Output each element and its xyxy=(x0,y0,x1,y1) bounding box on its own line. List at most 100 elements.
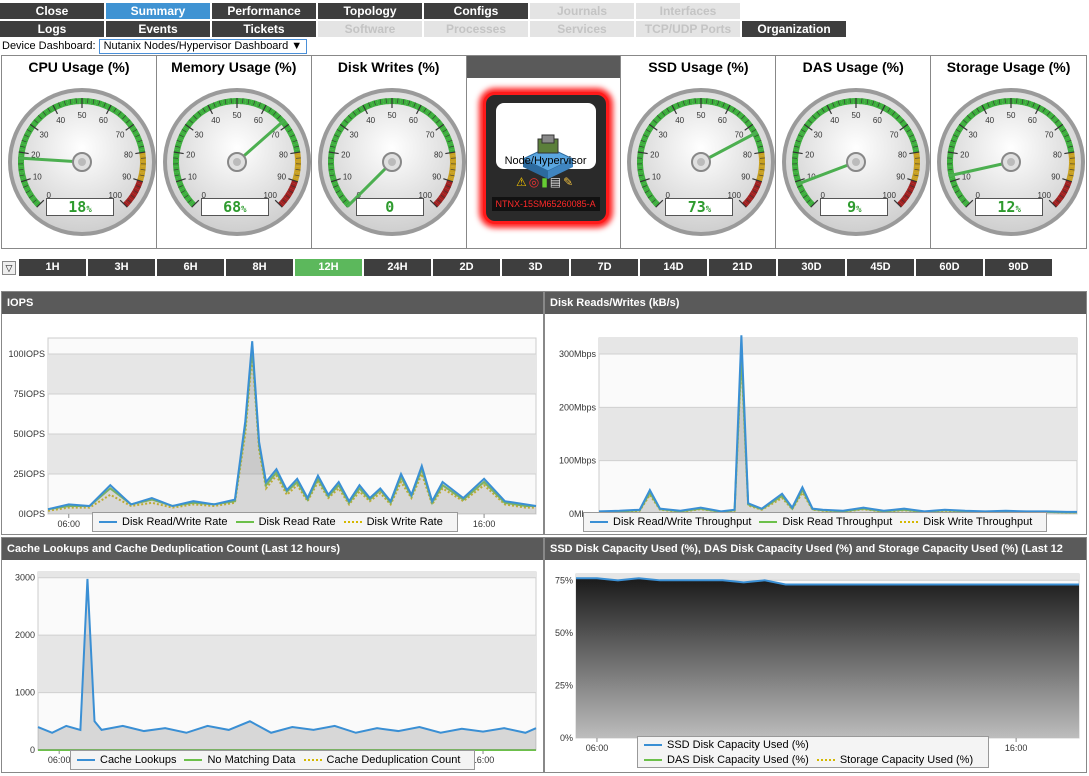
gauge-tick-label: 50 xyxy=(1007,111,1016,120)
y-tick-label: 2000 xyxy=(15,630,35,640)
tab-services: Services xyxy=(530,21,634,37)
tab-tickets[interactable]: Tickets xyxy=(212,21,316,37)
tab-topology[interactable]: Topology xyxy=(318,3,422,19)
warning-icon[interactable]: ⚠ xyxy=(516,175,529,189)
gauge-hub-center xyxy=(1007,158,1016,166)
legend-item[interactable]: Disk Write Throughput xyxy=(900,516,1032,528)
gauge-title: CPU Usage (%) xyxy=(28,59,130,75)
wrench-icon[interactable]: ✎ xyxy=(563,175,575,189)
node-status-icons: ⚠◎▮▤✎ xyxy=(496,175,596,189)
gauge-hub-center xyxy=(78,158,86,166)
y-tick-label: 100IOPS xyxy=(8,349,45,359)
gauge-value-number: 18 xyxy=(68,198,87,216)
tab-summary[interactable]: Summary xyxy=(106,3,210,19)
chart-legend: Disk Read/Write Throughput Disk Read Thro… xyxy=(583,512,1048,532)
gauge-tick-label: 10 xyxy=(343,173,352,182)
legend-swatch xyxy=(900,521,919,524)
device-dashboard-select[interactable]: Nutanix Nodes/Hypervisor Dashboard ▼ xyxy=(98,38,308,54)
gauge-tick-label: 40 xyxy=(676,116,685,125)
gauge-tick-label: 70 xyxy=(1045,130,1054,139)
gauge-tick-label: 80 xyxy=(434,151,443,160)
time-range-21d[interactable]: 21D xyxy=(709,259,776,276)
signal-icon[interactable]: ▮ xyxy=(541,175,550,189)
time-range-45d[interactable]: 45D xyxy=(847,259,914,276)
iops-chart: 0IOPS25IOPS50IOPS75IOPS100IOPS06:0008:00… xyxy=(8,337,537,529)
legend-item[interactable]: Cache Deduplication Count xyxy=(303,754,460,766)
grid-band xyxy=(38,572,536,578)
gauge-band-segment xyxy=(449,160,456,165)
time-range-3d[interactable]: 3D xyxy=(502,259,569,276)
gauge-value: 18% xyxy=(46,198,114,216)
gauge-tick-label: 50 xyxy=(232,111,241,120)
x-tick-label: 16:00 xyxy=(1005,743,1028,753)
panel-title: Disk Reads/Writes (kB/s) xyxy=(545,292,1086,314)
primary-tab-bar: Close Summary Performance Topology Configs Jo… xyxy=(0,3,742,19)
tab-logs[interactable]: Logs xyxy=(0,21,104,37)
time-range-3h[interactable]: 3H xyxy=(88,259,155,276)
tab-events[interactable]: Events xyxy=(106,21,210,37)
gauge-band-segment xyxy=(637,160,644,165)
time-range-12h[interactable]: 12H xyxy=(295,259,362,276)
legend-item[interactable]: Disk Read/Write Throughput xyxy=(590,516,751,528)
y-tick-label: 50IOPS xyxy=(13,429,45,439)
gauge-band-segment xyxy=(449,163,456,168)
device-dashboard-selector: Device Dashboard: Nutanix Nodes/Hypervis… xyxy=(2,38,308,54)
gauge-tick-label: 50 xyxy=(697,111,706,120)
panel-title: SSD Disk Capacity Used (%), DAS Disk Cap… xyxy=(545,538,1086,577)
grid-band xyxy=(599,407,1077,461)
time-range-8h[interactable]: 8H xyxy=(226,259,293,276)
legend-item[interactable]: No Matching Data xyxy=(184,754,296,766)
legend-item[interactable]: Cache Lookups xyxy=(77,754,176,766)
gauge-tick-label: 70 xyxy=(116,130,125,139)
gauge-tick-label: 10 xyxy=(33,173,42,182)
time-range-60d[interactable]: 60D xyxy=(916,259,983,276)
tab-configs[interactable]: Configs xyxy=(424,3,528,19)
legend-item[interactable]: Disk Read/Write Rate xyxy=(99,516,228,528)
legend-item[interactable]: DAS Disk Capacity Used (%) xyxy=(644,754,809,766)
legend-item[interactable]: SSD Disk Capacity Used (%) xyxy=(644,739,809,751)
legend-item[interactable]: Disk Write Rate xyxy=(343,516,443,528)
legend-label: Disk Read Throughput xyxy=(782,516,893,528)
y-tick-label: 50% xyxy=(555,628,573,638)
y-tick-label: 300Mbps xyxy=(559,349,597,359)
time-range-30d[interactable]: 30D xyxy=(778,259,845,276)
x-tick-label: 06:00 xyxy=(586,743,609,753)
legend-label: Disk Write Rate xyxy=(366,516,443,528)
gauge-tick-label: 70 xyxy=(425,130,434,139)
legend-swatch xyxy=(99,521,117,524)
node-label: Node/Hypervisor xyxy=(504,155,587,167)
gauge-tick-label: 60 xyxy=(1028,116,1037,125)
gauge-tick-label: 60 xyxy=(409,116,418,125)
gauge-tick-label: 30 xyxy=(814,130,823,139)
gauge-hub-center xyxy=(232,158,241,166)
gauge-value-unit: % xyxy=(1015,205,1021,215)
time-range-6h[interactable]: 6H xyxy=(157,259,224,276)
gauge-tick-label: 20 xyxy=(960,151,969,160)
tab-performance[interactable]: Performance xyxy=(212,3,316,19)
lifebuoy-icon[interactable]: ◎ xyxy=(529,175,541,189)
gauge-value-unit: % xyxy=(86,205,92,215)
legend-swatch xyxy=(184,759,203,762)
gauge-value-number: 12 xyxy=(997,198,1016,216)
x-tick-label: 06:00 xyxy=(48,755,71,765)
tab-organization[interactable]: Organization xyxy=(742,21,846,37)
gauge-tick-label: 30 xyxy=(659,130,668,139)
printer-icon[interactable]: ▤ xyxy=(550,175,563,189)
gauge-tick-label: 20 xyxy=(341,151,350,160)
time-range-1h[interactable]: 1H xyxy=(19,259,86,276)
time-range-14d[interactable]: 14D xyxy=(640,259,707,276)
legend-label: Cache Lookups xyxy=(100,754,177,766)
node-tile[interactable]: Node/Hypervisor ⚠◎▮▤✎ NTNX-15SM65260085-A xyxy=(482,92,609,224)
collapse-icon[interactable]: ▽ xyxy=(2,260,16,275)
time-range-90d[interactable]: 90D xyxy=(985,259,1052,276)
time-range-2d[interactable]: 2D xyxy=(433,259,500,276)
gauge-tick-label: 90 xyxy=(122,173,131,182)
time-range-7d[interactable]: 7D xyxy=(571,259,638,276)
legend-item[interactable]: Disk Read Rate xyxy=(235,516,336,528)
tab-close[interactable]: Close xyxy=(0,3,104,19)
legend-item[interactable]: Disk Read Throughput xyxy=(759,516,892,528)
chart-legend: Cache Lookups No Matching Data Cache Dedup… xyxy=(70,750,476,770)
legend-item[interactable]: Storage Capacity Used (%) xyxy=(816,754,973,766)
time-range-24h[interactable]: 24H xyxy=(364,259,431,276)
gauge-tick-label: 80 xyxy=(124,151,133,160)
